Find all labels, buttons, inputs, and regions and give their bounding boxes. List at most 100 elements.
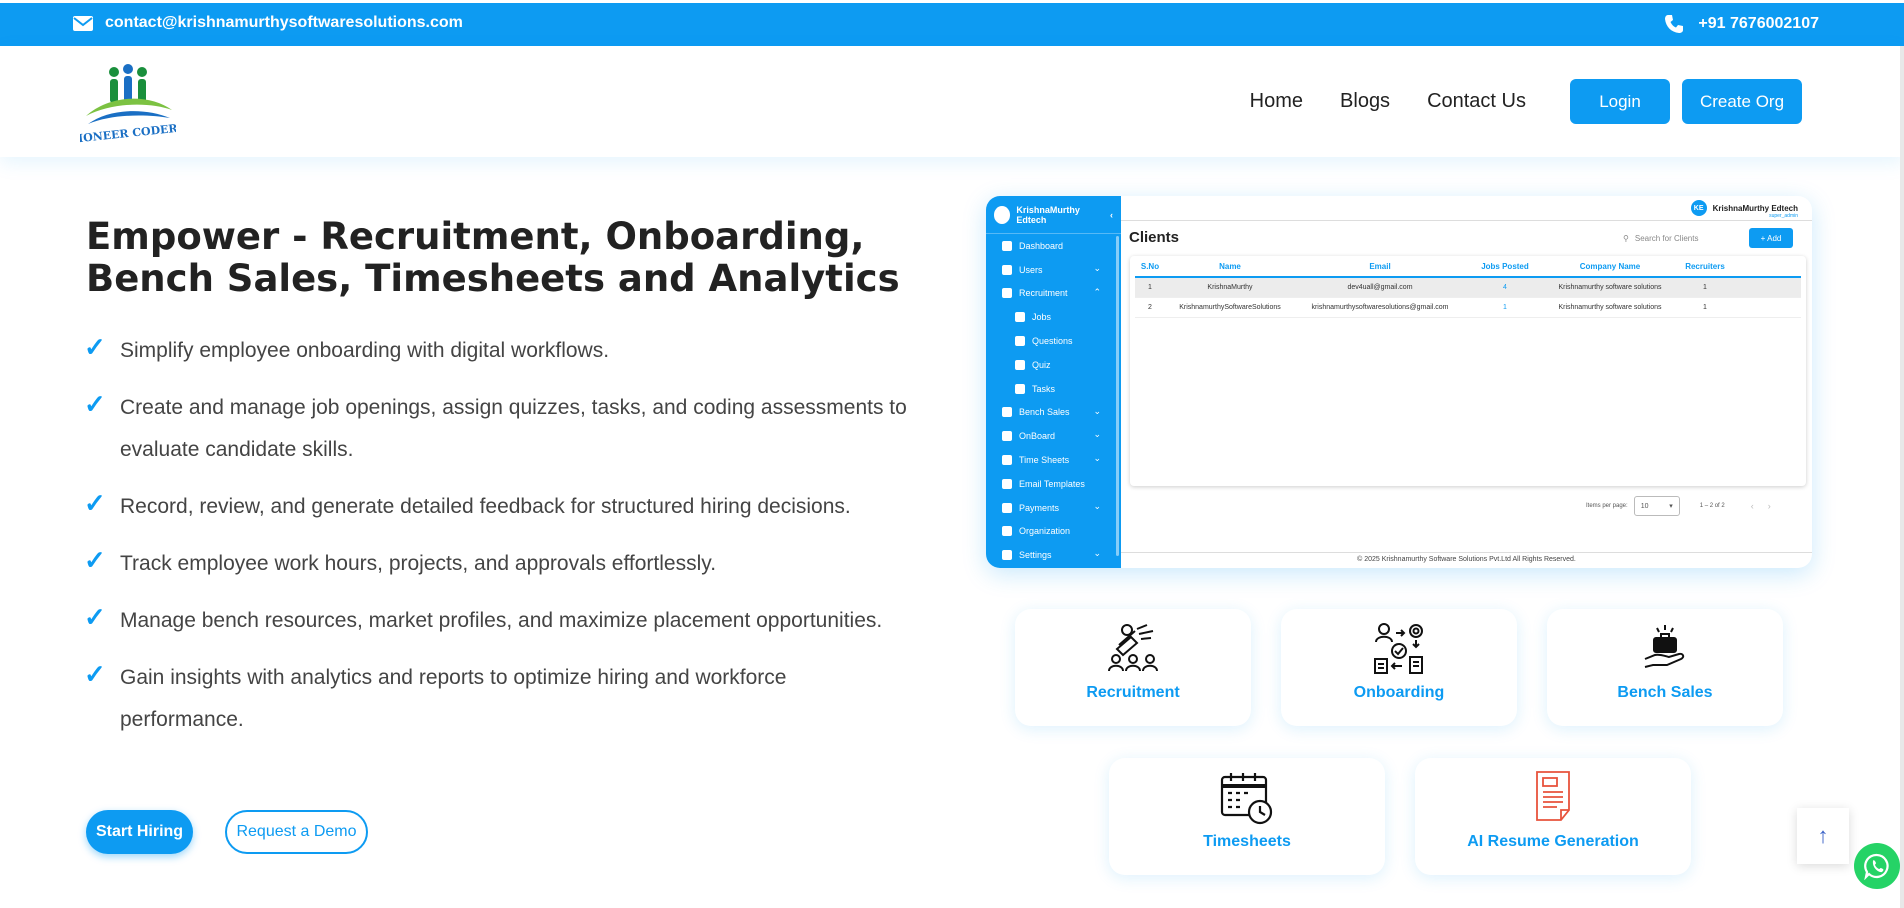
preview-sidebar-scrollbar (1116, 236, 1119, 556)
preview-sidebar-label: Questions (1032, 336, 1073, 347)
hero-title-line-1: Empower - Recruitment, Onboarding, (86, 215, 865, 258)
envelope-icon (73, 15, 93, 31)
module-label: Onboarding (1353, 684, 1445, 701)
preview-sidebar-item: Payments ⌄ (986, 496, 1121, 520)
column-header: S.No (1140, 261, 1160, 271)
pioneer-coders-logo[interactable]: PIONEER CODERS (69, 64, 186, 146)
checkmark-icon: ✓ (84, 332, 106, 362)
preview-sidebar-item: Organization (986, 520, 1121, 544)
module-card-onboarding[interactable]: Onboarding (1281, 609, 1517, 726)
table-header: S.No Name Email Jobs Posted Company Name… (1135, 256, 1801, 278)
window-scrollbar[interactable] (1900, 46, 1904, 908)
table-cell: KrishnamurthySoftwareSolutions (1179, 304, 1281, 311)
feature-item: ✓ Track employee work hours, projects, an… (84, 543, 914, 585)
feature-text: Manage bench resources, market profiles,… (120, 609, 883, 632)
create-org-button[interactable]: Create Org (1682, 79, 1802, 124)
table-cell: dev4uall@gmail.com (1347, 284, 1413, 291)
preview-sidebar-label: Jobs (1032, 312, 1052, 323)
module-card-recruitment[interactable]: Recruitment (1015, 609, 1251, 726)
preview-sidebar-label: Recruitment (1019, 288, 1068, 299)
column-header: Company Name (1579, 261, 1641, 271)
nav-blogs[interactable]: Blogs (1340, 90, 1390, 113)
preview-sidebar-label: Time Sheets (1019, 455, 1070, 466)
preview-sidebar-item: Bench Sales ⌄ (986, 401, 1121, 425)
preview-sidebar-item: Tasks (986, 377, 1121, 401)
table-cell: 1 (1703, 284, 1707, 291)
preview-footer: © 2025 Krishnamurthy Software Solutions … (1357, 556, 1576, 563)
request-demo-button[interactable]: Request a Demo (225, 810, 368, 854)
chevron-down-icon: ⌄ (1093, 500, 1101, 511)
contact-phone[interactable]: +91 7676002107 (1664, 14, 1819, 34)
preview-sidebar-label: OnBoard (1019, 431, 1056, 442)
feature-text: Create and manage job openings, assign q… (120, 396, 907, 461)
chevron-down-icon: ⌄ (1093, 262, 1101, 273)
whatsapp-icon (1864, 853, 1889, 880)
quiz-icon (1015, 359, 1025, 370)
whatsapp-button[interactable] (1854, 843, 1900, 889)
preview-search: ⚲ Search for Clients (1617, 228, 1745, 248)
table-cell: 1 (1703, 304, 1707, 311)
preview-sidebar-label: Settings (1019, 550, 1052, 561)
preview-sidebar-item: OnBoard ⌄ (986, 424, 1121, 448)
preview-sidebar-label: Organization (1019, 526, 1071, 537)
bench-sales-icon (1644, 625, 1685, 668)
preview-sidebar-item: Time Sheets ⌄ (986, 448, 1121, 472)
chevron-down-icon: ⌄ (1093, 429, 1101, 440)
table-cell: 2 (1148, 304, 1152, 311)
module-card-ai-resume[interactable]: AI Resume Generation (1415, 758, 1691, 875)
preview-paginator: Items per page: 10 ▾ 1 – 2 of 2 ‹› (1586, 496, 1785, 516)
dropdown-arrow-icon: ▾ (1669, 503, 1673, 510)
items-per-page-value: 10 (1640, 502, 1649, 510)
logo-text: PIONEER CODERS (80, 121, 176, 144)
preview-org-header: KrishnaMurthy Edtech ‹ (986, 196, 1121, 234)
tasks-icon (1015, 383, 1025, 394)
module-card-bench-sales[interactable]: Bench Sales (1547, 609, 1783, 726)
preview-sidebar-item: Users ⌄ (986, 258, 1121, 282)
onboard-icon (1002, 431, 1012, 442)
table-row: 1 KrishnaMurthy dev4uall@gmail.com 4 Kri… (1135, 278, 1801, 298)
table-cell: 4 (1503, 284, 1507, 291)
main-nav: Home Blogs Contact Us Login Create Org (1250, 79, 1802, 124)
table-cell: krishnamurthysoftwaresolutions@gmail.com (1311, 304, 1449, 311)
feature-list: ✓ Simplify employee onboarding with digit… (84, 330, 914, 756)
collapse-icon: ‹ (1110, 210, 1113, 220)
preview-add-button: + Add (1749, 228, 1793, 248)
table-cell: 1 (1503, 304, 1507, 311)
page-arrows-icon: ‹› (1750, 501, 1785, 511)
preview-divider (1121, 220, 1812, 221)
module-card-timesheets[interactable]: Timesheets (1109, 758, 1385, 875)
preview-sidebar-item: Recruitment ⌃ (986, 282, 1121, 306)
chevron-down-icon: ⌄ (1093, 405, 1101, 416)
preview-sidebar-label: Payments (1019, 502, 1060, 513)
start-hiring-button[interactable]: Start Hiring (86, 810, 193, 854)
hero-title-line-2: Bench Sales, Timesheets and Analytics (86, 257, 900, 300)
column-header: Recruiters (1685, 261, 1725, 271)
preview-sidebar-label: Quiz (1032, 359, 1051, 370)
contact-email[interactable]: contact@krishnamurthysoftwaresolutions.c… (73, 14, 463, 32)
feature-item: ✓ Record, review, and generate detailed f… (84, 486, 914, 528)
preview-search-placeholder: Search for Clients (1634, 233, 1699, 243)
top-contact-bar: contact@krishnamurthysoftwaresolutions.c… (0, 3, 1904, 46)
checkmark-icon: ✓ (84, 488, 106, 518)
table-cell: Krishnamurthy software solutions (1558, 304, 1662, 311)
nav-home[interactable]: Home (1250, 90, 1303, 113)
email-templates-icon (1002, 478, 1012, 489)
preview-sidebar-label: Users (1019, 264, 1043, 275)
feature-text: Simplify employee onboarding with digita… (120, 339, 610, 362)
preview-sidebar: KrishnaMurthy Edtech ‹ Dashboard Users ⌄ R… (986, 196, 1121, 568)
preview-sidebar-item: Dashboard (986, 234, 1121, 258)
table-cell: Krishnamurthy software solutions (1558, 284, 1662, 291)
table-cell: KrishnaMurthy (1207, 284, 1253, 291)
module-label: AI Resume Generation (1467, 833, 1639, 850)
organization-icon (1002, 526, 1012, 537)
scroll-to-top-button[interactable]: ↑ (1797, 808, 1849, 864)
table-row: 2 KrishnamurthySoftwareSolutions krishna… (1135, 298, 1801, 318)
module-label: Timesheets (1203, 833, 1291, 850)
login-button[interactable]: Login (1570, 79, 1670, 124)
chevron-down-icon: ⌄ (1093, 453, 1101, 464)
ai-resume-icon (1536, 771, 1570, 821)
preview-user-menu: KE KrishnaMurthy Edtech super_admin (1690, 200, 1798, 219)
feature-item: ✓ Simplify employee onboarding with digit… (84, 330, 914, 372)
nav-contact-us[interactable]: Contact Us (1427, 90, 1526, 113)
feature-item: ✓ Gain insights with analytics and report… (84, 657, 914, 741)
